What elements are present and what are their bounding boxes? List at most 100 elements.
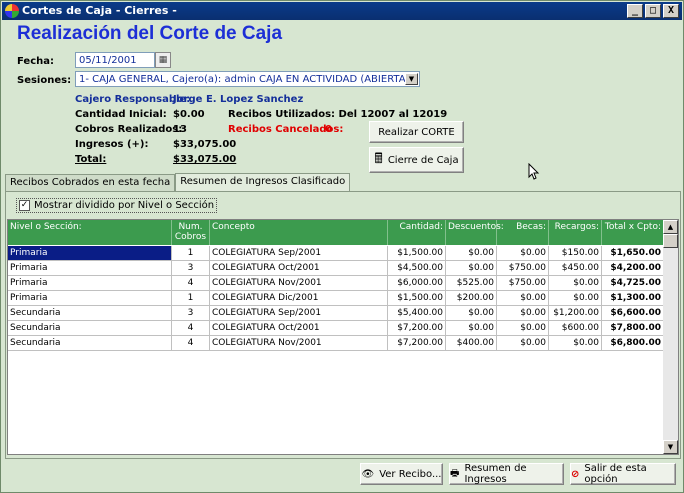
cell-becas[interactable]: $0.00 <box>497 306 549 320</box>
maximize-button[interactable]: □ <box>645 4 661 18</box>
scroll-thumb[interactable] <box>663 234 678 248</box>
cell-recargos[interactable]: $1,200.00 <box>549 306 602 320</box>
table-row[interactable]: Secundaria 4 COLEGIATURA Nov/2001 $7,200.00… <box>8 336 664 351</box>
cell-cantidad[interactable]: $4,500.00 <box>388 261 446 275</box>
cell-nivel[interactable]: Primaria <box>8 246 172 260</box>
col-cantidad[interactable]: Cantidad: <box>388 220 446 245</box>
cell-concepto[interactable]: COLEGIATURA Sep/2001 <box>210 246 388 260</box>
table-row[interactable]: Primaria 1 COLEGIATURA Dic/2001 $1,500.00 $2… <box>8 291 664 306</box>
mostrar-dividido-checkbox[interactable]: ✓ Mostrar dividido por Nivel o Sección <box>16 198 218 213</box>
cell-concepto[interactable]: COLEGIATURA Nov/2001 <box>210 276 388 290</box>
cell-descuentos[interactable]: $0.00 <box>446 246 497 260</box>
cierre-caja-button[interactable]: 🖩 Cierre de Caja <box>369 147 464 173</box>
cell-num-cobros[interactable]: 1 <box>172 246 210 260</box>
cell-concepto[interactable]: COLEGIATURA Nov/2001 <box>210 336 388 350</box>
title-bar[interactable]: Cortes de Caja - Cierres - _ □ X <box>2 2 682 20</box>
cell-total[interactable]: $4,200.00 <box>602 261 664 275</box>
scroll-up-icon[interactable]: ▲ <box>663 220 678 234</box>
cell-becas[interactable]: $0.00 <box>497 321 549 335</box>
calendar-icon[interactable]: ▦ <box>155 52 171 68</box>
col-num-cobros[interactable]: Num. Cobros <box>172 220 210 245</box>
cell-recargos[interactable]: $150.00 <box>549 246 602 260</box>
cell-nivel[interactable]: Secundaria <box>8 321 172 335</box>
col-nivel[interactable]: Nivel o Sección: <box>8 220 172 245</box>
cell-recargos[interactable]: $600.00 <box>549 321 602 335</box>
cell-recargos[interactable]: $450.00 <box>549 261 602 275</box>
cell-total[interactable]: $6,800.00 <box>602 336 664 350</box>
col-becas[interactable]: Becas: <box>497 220 549 245</box>
cell-descuentos[interactable]: $200.00 <box>446 291 497 305</box>
tab-resumen-ingresos[interactable]: Resumen de Ingresos Clasificado <box>175 173 351 191</box>
window-title: Cortes de Caja - Cierres - <box>22 4 177 17</box>
cell-descuentos[interactable]: $400.00 <box>446 336 497 350</box>
cell-cantidad[interactable]: $7,200.00 <box>388 336 446 350</box>
cell-nivel[interactable]: Secundaria <box>8 336 172 350</box>
cell-becas[interactable]: $0.00 <box>497 246 549 260</box>
resumen-ingresos-button[interactable]: 🖶 Resumen de Ingresos <box>449 463 564 485</box>
tab-recibos-cobrados[interactable]: Recibos Cobrados en esta fecha <box>5 174 176 191</box>
cell-cantidad[interactable]: $6,000.00 <box>388 276 446 290</box>
recibos-utilizados: Recibos Utilizados: Del 12007 al 12019 <box>228 109 448 120</box>
table-row[interactable]: Primaria 3 COLEGIATURA Oct/2001 $4,500.00 $0… <box>8 261 664 276</box>
cell-becas[interactable]: $0.00 <box>497 336 549 350</box>
chevron-down-icon[interactable]: ▼ <box>405 73 418 85</box>
col-concepto[interactable]: Concepto <box>210 220 388 245</box>
col-descuentos[interactable]: Descuentos: <box>446 220 504 245</box>
printer-icon: 🖶 <box>450 467 460 479</box>
cell-nivel[interactable]: Primaria <box>8 276 172 290</box>
cell-descuentos[interactable]: $0.00 <box>446 321 497 335</box>
cell-nivel[interactable]: Primaria <box>8 261 172 275</box>
salir-button[interactable]: ⊘ Salir de esta opción <box>570 463 676 485</box>
col-total[interactable]: Total x Cpto: <box>602 220 664 245</box>
cell-nivel[interactable]: Primaria <box>8 291 172 305</box>
minimize-button[interactable]: _ <box>627 4 643 18</box>
page-title: Realización del Corte de Caja <box>17 23 283 44</box>
cell-concepto[interactable]: COLEGIATURA Sep/2001 <box>210 306 388 320</box>
cell-total[interactable]: $4,725.00 <box>602 276 664 290</box>
cobros-realizados-value: 13 <box>173 124 187 135</box>
cell-becas[interactable]: $0.00 <box>497 291 549 305</box>
fecha-input[interactable]: 05/11/2001 <box>75 52 155 68</box>
cell-becas[interactable]: $750.00 <box>497 261 549 275</box>
cell-num-cobros[interactable]: 1 <box>172 291 210 305</box>
sesiones-select[interactable]: 1- CAJA GENERAL, Cajero(a): admin CAJA E… <box>75 71 420 87</box>
cell-cantidad[interactable]: $1,500.00 <box>388 291 446 305</box>
cell-cantidad[interactable]: $7,200.00 <box>388 321 446 335</box>
cell-becas[interactable]: $750.00 <box>497 276 549 290</box>
cell-concepto[interactable]: COLEGIATURA Dic/2001 <box>210 291 388 305</box>
table-row[interactable]: Secundaria 4 COLEGIATURA Oct/2001 $7,200.00… <box>8 321 664 336</box>
table-row[interactable]: Secundaria 3 COLEGIATURA Sep/2001 $5,400.00… <box>8 306 664 321</box>
cell-total[interactable]: $6,600.00 <box>602 306 664 320</box>
scroll-down-icon[interactable]: ▼ <box>663 440 678 454</box>
cell-num-cobros[interactable]: 3 <box>172 306 210 320</box>
cell-recargos[interactable]: $0.00 <box>549 291 602 305</box>
col-recargos[interactable]: Recargos: <box>549 220 602 245</box>
cell-total[interactable]: $1,650.00 <box>602 246 664 260</box>
close-button[interactable]: X <box>663 4 679 18</box>
cell-descuentos[interactable]: $0.00 <box>446 306 497 320</box>
cell-num-cobros[interactable]: 4 <box>172 321 210 335</box>
cell-descuentos[interactable]: $525.00 <box>446 276 497 290</box>
cell-recargos[interactable]: $0.00 <box>549 276 602 290</box>
cell-num-cobros[interactable]: 4 <box>172 276 210 290</box>
fecha-label: Fecha: <box>17 56 55 67</box>
table-row[interactable]: Primaria 1 COLEGIATURA Sep/2001 $1,500.00 $0… <box>8 246 664 261</box>
ingresos-label: Ingresos (+): <box>75 139 149 150</box>
vertical-scrollbar[interactable]: ▲ ▼ <box>663 220 678 454</box>
total-value: $33,075.00 <box>173 154 237 165</box>
realizar-corte-button[interactable]: Realizar CORTE <box>369 121 464 143</box>
cell-total[interactable]: $7,800.00 <box>602 321 664 335</box>
ver-recibo-button[interactable]: 👁 Ver Recibo... <box>360 463 443 485</box>
cell-concepto[interactable]: COLEGIATURA Oct/2001 <box>210 261 388 275</box>
cell-num-cobros[interactable]: 4 <box>172 336 210 350</box>
cierre-caja-label: Cierre de Caja <box>387 154 459 166</box>
cell-nivel[interactable]: Secundaria <box>8 306 172 320</box>
table-row[interactable]: Primaria 4 COLEGIATURA Nov/2001 $6,000.00 $5… <box>8 276 664 291</box>
cell-concepto[interactable]: COLEGIATURA Oct/2001 <box>210 321 388 335</box>
cell-descuentos[interactable]: $0.00 <box>446 261 497 275</box>
cell-cantidad[interactable]: $5,400.00 <box>388 306 446 320</box>
cell-recargos[interactable]: $0.00 <box>549 336 602 350</box>
cell-num-cobros[interactable]: 3 <box>172 261 210 275</box>
cell-total[interactable]: $1,300.00 <box>602 291 664 305</box>
cell-cantidad[interactable]: $1,500.00 <box>388 246 446 260</box>
